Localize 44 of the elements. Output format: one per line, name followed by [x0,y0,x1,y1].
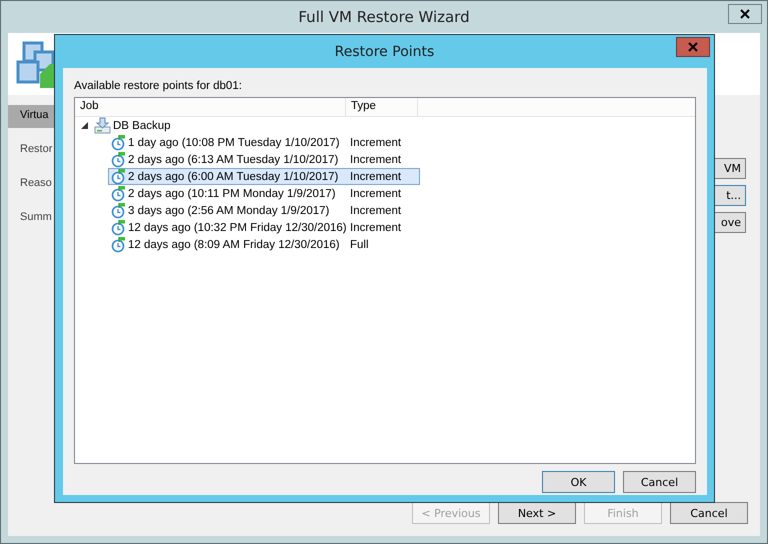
restore-point-type: Increment [350,188,402,200]
side-button[interactable]: ove [712,212,746,233]
clock-flag-icon [111,134,126,150]
restore-point-name: 2 days ago (10:11 PM Monday 1/9/2017) [128,188,337,200]
wizard-button[interactable]: Cancel [670,502,748,524]
list-label: Available restore points for db01: [74,80,243,94]
restore-point-name: 3 days ago (2:56 AM Monday 1/9/2017) [128,204,330,216]
side-button[interactable]: VM [712,158,746,179]
restore-point-type: Increment [350,154,402,166]
restore-point-row[interactable]: 3 days ago (2:56 AM Monday 1/9/2017) Increment [108,202,420,219]
close-icon [740,9,750,19]
clock-flag-icon [111,186,126,202]
tree-item[interactable]: DB Backup [113,120,171,132]
restore-point-row[interactable]: 2 days ago (6:00 AM Tuesday 1/10/2017) Increment [108,168,420,185]
restore-point-name: 12 days ago (8:09 AM Friday 12/30/2016) [128,238,341,250]
restore-point-name: 1 day ago (10:08 PM Tuesday 1/10/2017) [128,136,341,148]
clock-flag-icon [111,236,126,252]
clock-flag-icon [111,220,126,236]
side-button[interactable]: t... [712,185,746,206]
clock-flag-icon [111,168,126,184]
dialog-button[interactable]: Cancel [623,471,696,493]
close-button[interactable] [728,4,762,24]
restore-point-type: Increment [350,170,402,182]
restore-point-row[interactable]: 12 days ago (8:09 AM Friday 12/30/2016) Full [108,236,420,253]
restore-point-name: 12 days ago (10:32 PM Friday 12/30/2016) [128,222,348,234]
dialog-button[interactable]: OK [542,471,615,493]
wizard-button[interactable]: Next > [498,502,576,524]
restore-point-type: Increment [350,222,402,234]
clock-flag-icon [111,202,126,218]
clock-flag-icon [111,152,126,168]
close-icon [688,42,698,52]
restore-point-row[interactable]: 2 days ago (6:13 AM Tuesday 1/10/2017) Increment [108,151,420,168]
restore-point-type: Full [350,238,369,250]
window-title: Full VM Restore Wizard [298,8,470,26]
restore-point-type: Increment [350,204,402,216]
restore-point-row[interactable]: 1 day ago (10:08 PM Tuesday 1/10/2017) Increment [108,134,420,151]
restore-point-row[interactable]: 2 days ago (10:11 PM Monday 1/9/2017) Increment [108,185,420,202]
restore-point-name: 2 days ago (6:00 AM Tuesday 1/10/2017) [128,170,340,182]
restore-point-type: Increment [350,136,402,148]
backup-job-icon [94,117,111,134]
restore-point-name: 2 days ago (6:13 AM Tuesday 1/10/2017) [128,154,340,166]
expand-toggle[interactable] [81,122,88,129]
restore-point-row[interactable]: 12 days ago (10:32 PM Friday 12/30/2016) Increment [108,219,420,236]
dialog-title: Restore Points [334,44,434,60]
